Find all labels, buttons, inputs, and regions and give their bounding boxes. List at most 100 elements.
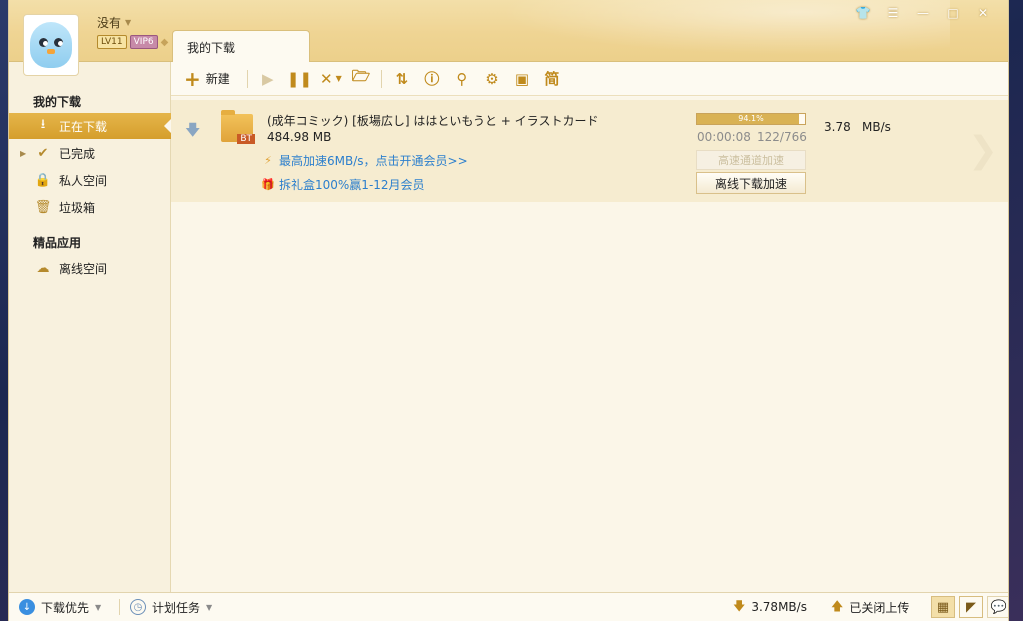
tab-label: 我的下载: [187, 41, 236, 55]
download-tray-icon: ⭳: [40, 117, 46, 132]
skin-icon[interactable]: 👕: [848, 2, 878, 24]
simplified-label: 简: [544, 70, 560, 88]
toolbar: + 新建 ▶ ❚❚ ✕ ▼ 🗁 ⇅ ⓘ ⚲ ⚙ ▣ 简: [171, 62, 1008, 96]
gift-box-text: 拆礼盒100%赢1-12月会员: [279, 178, 425, 192]
level-badge: LV11: [97, 35, 127, 49]
vip-badge[interactable]: VIP6: [129, 35, 158, 49]
arrow-down-icon: 🡇: [733, 598, 746, 613]
close-icon[interactable]: ✕: [968, 2, 998, 24]
expand-arrow-icon[interactable]: ▶: [20, 149, 26, 158]
offline-download-button[interactable]: 离线下载加速: [696, 172, 806, 194]
sidebar-item-label: 离线空间: [59, 261, 108, 276]
down-speed-text: 3.78MB/s: [751, 600, 807, 614]
chevron-down-icon[interactable]: ▼: [336, 74, 342, 83]
bird-avatar-icon: [30, 22, 72, 68]
user-badges: LV11 VIP6 ◆: [97, 35, 168, 49]
priority-icon: ↓: [19, 599, 35, 615]
simplified-mode-button[interactable]: 简: [541, 67, 563, 91]
avatar[interactable]: [23, 14, 79, 76]
menu-icon[interactable]: ☰: [878, 2, 908, 24]
gift-box-icon: 🎁: [261, 178, 275, 191]
status-divider: [119, 599, 120, 615]
window-controls: 👕 ☰ — □ ✕: [848, 2, 998, 24]
switch-view-icon[interactable]: ◤: [959, 596, 983, 618]
open-folder-button[interactable]: 🗁: [350, 67, 372, 91]
sidebar-item-label: 垃圾箱: [59, 200, 96, 215]
chevron-down-icon: ▼: [125, 18, 132, 27]
chevron-right-icon[interactable]: ❯: [968, 130, 998, 171]
trash-icon: 🗑: [34, 199, 52, 215]
info-icon: ⓘ: [424, 70, 440, 88]
download-priority-menu[interactable]: ↓ 下载优先 ▼: [19, 599, 101, 616]
upload-status[interactable]: 🡅 已关闭上传: [831, 597, 909, 618]
piece-count: 122/766: [757, 130, 807, 144]
task-row[interactable]: 🡇 BT (成年コミック) [板場広し] ははといもうと + イラストカード 4…: [171, 100, 1008, 202]
status-bar: ↓ 下载优先 ▼ ◷ 计划任务 ▼ 🡇 3.78MB/s 🡅 已关闭上传 ▦ ◤…: [9, 592, 1008, 621]
schedule-label: 计划任务: [152, 600, 201, 615]
sidebar-item-private[interactable]: 🔒 私人空间: [9, 167, 171, 193]
cloud-icon: ☁: [36, 260, 50, 276]
sidebar-item-downloading[interactable]: ⭳ 正在下载: [9, 113, 171, 139]
sort-button[interactable]: ⇅: [391, 67, 413, 91]
total-download-speed: 🡇 3.78MB/s: [733, 597, 807, 618]
progress-bar: 94.1%: [696, 113, 806, 125]
sidebar-item-completed[interactable]: ▶ ✔ 已完成: [9, 140, 171, 166]
sidebar: 我的下载 ⭳ 正在下载 ▶ ✔ 已完成 🔒 私人空间 🗑 垃圾箱 精品应用 ☁ …: [9, 62, 171, 592]
user-name: 没有: [97, 16, 122, 30]
search-button[interactable]: ⚲: [451, 67, 473, 91]
task-size: 484.98 MB: [267, 130, 332, 144]
play-icon: ▶: [262, 69, 274, 88]
pause-icon: ❚❚: [286, 69, 312, 88]
download-list: 🡇 BT (成年コミック) [板場広し] ははといもうと + イラストカード 4…: [171, 97, 1008, 592]
pause-button[interactable]: ❚❚: [287, 67, 312, 91]
user-name-menu[interactable]: 没有 ▼: [97, 14, 131, 31]
minimize-icon[interactable]: —: [908, 2, 938, 24]
bt-folder-icon: BT: [221, 110, 255, 144]
task-name: (成年コミック) [板場広し] ははといもうと + イラストカード: [267, 114, 599, 128]
toolbar-divider: [246, 69, 248, 88]
settings-button[interactable]: ⚙: [481, 67, 503, 91]
sidebar-item-offline-space[interactable]: ☁ 离线空间: [9, 255, 171, 281]
task-info-button[interactable]: ⓘ: [421, 67, 443, 91]
app-window: 没有 ▼ LV11 VIP6 ◆ 👕 ☰ — □ ✕ 我的下载 我的下载 ⭳ 正…: [8, 0, 1009, 621]
priority-label: 下载优先: [41, 600, 90, 615]
vip-center-button[interactable]: ▣: [511, 67, 533, 91]
clock-icon: ◷: [130, 599, 146, 615]
speed-unit: MB/s: [862, 120, 891, 134]
status-tools: ▦ ◤ 💬: [931, 596, 1008, 618]
elapsed-time: 00:00:08: [697, 130, 751, 144]
sidebar-heading-downloads: 我的下载: [33, 95, 82, 109]
download-arrow-icon: 🡇: [185, 121, 201, 139]
float-window-icon[interactable]: ▦: [931, 596, 955, 618]
lock-icon: 🔒: [34, 172, 52, 188]
delete-x-icon: ✕: [320, 69, 333, 88]
lightning-icon: ⚡: [264, 154, 272, 167]
sort-icon: ⇅: [395, 69, 409, 88]
search-icon: ⚲: [456, 69, 468, 88]
gift-box-link[interactable]: 🎁 拆礼盒100%赢1-12月会员: [261, 176, 425, 193]
tab-my-downloads[interactable]: 我的下载: [172, 30, 310, 62]
diamond-icon: ◆: [160, 36, 169, 48]
scheduled-task-menu[interactable]: ◷ 计划任务 ▼: [130, 599, 212, 616]
progress-percent: 94.1%: [738, 114, 764, 123]
chevron-down-icon: ▼: [95, 602, 102, 612]
gear-icon: ⚙: [485, 69, 499, 88]
new-task-button[interactable]: + 新建: [184, 67, 230, 91]
chat-icon[interactable]: 💬: [987, 596, 1008, 618]
sidebar-heading-apps: 精品应用: [33, 236, 82, 250]
upload-status-text: 已关闭上传: [849, 600, 910, 615]
vip-speedup-text: 最高加速6MB/s，点击开通会员>>: [279, 154, 468, 168]
chevron-down-icon: ▼: [206, 602, 213, 612]
check-icon: ✔: [37, 145, 49, 161]
sidebar-item-label: 已完成: [59, 146, 96, 161]
vip-speedup-link[interactable]: ⚡ 最高加速6MB/s，点击开通会员>>: [261, 152, 468, 169]
vip-icon: ▣: [514, 69, 530, 88]
sidebar-item-trash[interactable]: 🗑 垃圾箱: [9, 194, 171, 220]
high-speed-channel-button[interactable]: 高速通道加速: [696, 150, 806, 170]
delete-button[interactable]: ✕ ▼: [320, 67, 342, 91]
download-speed: 3.78: [824, 120, 851, 134]
maximize-icon[interactable]: □: [938, 2, 968, 24]
start-button[interactable]: ▶: [257, 67, 279, 91]
plus-icon: +: [184, 66, 201, 91]
toolbar-divider: [380, 69, 382, 88]
